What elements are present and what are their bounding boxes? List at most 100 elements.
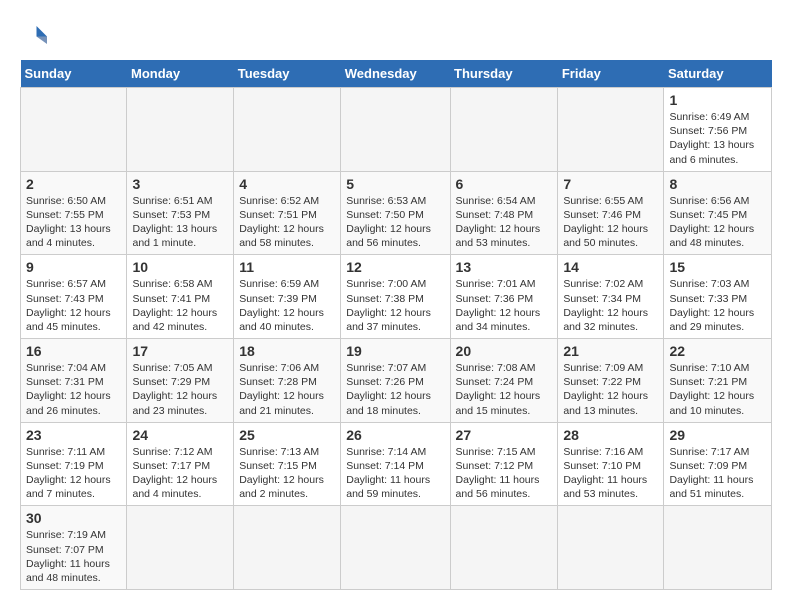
- day-info: Sunrise: 6:56 AMSunset: 7:45 PMDaylight:…: [669, 194, 766, 251]
- calendar-cell: 3Sunrise: 6:51 AMSunset: 7:53 PMDaylight…: [127, 171, 234, 255]
- calendar-cell: 5 Sunrise: 6:53 AMSunset: 7:50 PMDaylight…: [341, 171, 450, 255]
- calendar-cell: 19 Sunrise: 7:07 AMSunset: 7:26 PMDayligh…: [341, 339, 450, 423]
- weekday-header: Tuesday: [234, 60, 341, 88]
- day-info: Sunrise: 7:17 AMSunset: 7:09 PMDaylight:…: [669, 445, 766, 502]
- day-info: Sunrise: 7:12 AMSunset: 7:17 PMDaylight:…: [132, 445, 228, 502]
- calendar-cell: [21, 88, 127, 172]
- day-info: Sunrise: 6:57 AMSunset: 7:43 PMDaylight:…: [26, 277, 121, 334]
- calendar-cell: 4Sunrise: 6:52 AMSunset: 7:51 PMDaylight…: [234, 171, 341, 255]
- calendar-cell: 16 Sunrise: 7:04 AMSunset: 7:31 PMDayligh…: [21, 339, 127, 423]
- calendar-cell: [558, 88, 664, 172]
- calendar-cell: 12 Sunrise: 7:00 AMSunset: 7:38 PMDayligh…: [341, 255, 450, 339]
- day-info: Sunrise: 6:53 AMSunset: 7:50 PMDaylight:…: [346, 194, 444, 251]
- weekday-header: Thursday: [450, 60, 558, 88]
- day-info: Sunrise: 7:04 AMSunset: 7:31 PMDaylight:…: [26, 361, 121, 418]
- day-number: 29: [669, 427, 766, 443]
- calendar-cell: 14 Sunrise: 7:02 AMSunset: 7:34 PMDayligh…: [558, 255, 664, 339]
- day-info: Sunrise: 6:54 AMSunset: 7:48 PMDaylight:…: [456, 194, 553, 251]
- day-info: Sunrise: 7:13 AMSunset: 7:15 PMDaylight:…: [239, 445, 335, 502]
- weekday-header: Monday: [127, 60, 234, 88]
- weekday-header: Sunday: [21, 60, 127, 88]
- calendar-cell: 18Sunrise: 7:06 AMSunset: 7:28 PMDayligh…: [234, 339, 341, 423]
- calendar-week-row: 1 Sunrise: 6:49 AMSunset: 7:56 PMDaylight…: [21, 88, 772, 172]
- calendar-cell: 24 Sunrise: 7:12 AMSunset: 7:17 PMDayligh…: [127, 422, 234, 506]
- calendar-week-row: 2 Sunrise: 6:50 AMSunset: 7:55 PMDaylight…: [21, 171, 772, 255]
- calendar-week-row: 9Sunrise: 6:57 AMSunset: 7:43 PMDaylight…: [21, 255, 772, 339]
- day-info: Sunrise: 6:51 AMSunset: 7:53 PMDaylight:…: [132, 194, 228, 251]
- day-info: Sunrise: 6:50 AMSunset: 7:55 PMDaylight:…: [26, 194, 121, 251]
- calendar-week-row: 30 Sunrise: 7:19 AMSunset: 7:07 PMDayligh…: [21, 506, 772, 590]
- day-number: 30: [26, 510, 121, 526]
- calendar-cell: 15 Sunrise: 7:03 AMSunset: 7:33 PMDayligh…: [664, 255, 772, 339]
- day-number: 16: [26, 343, 121, 359]
- day-number: 4: [239, 176, 335, 192]
- calendar-cell: 21 Sunrise: 7:09 AMSunset: 7:22 PMDayligh…: [558, 339, 664, 423]
- day-number: 15: [669, 259, 766, 275]
- day-info: Sunrise: 7:11 AMSunset: 7:19 PMDaylight:…: [26, 445, 121, 502]
- day-info: Sunrise: 7:08 AMSunset: 7:24 PMDaylight:…: [456, 361, 553, 418]
- day-number: 12: [346, 259, 444, 275]
- day-number: 11: [239, 259, 335, 275]
- calendar-cell: 6Sunrise: 6:54 AMSunset: 7:48 PMDaylight…: [450, 171, 558, 255]
- calendar-cell: 30 Sunrise: 7:19 AMSunset: 7:07 PMDayligh…: [21, 506, 127, 590]
- calendar-cell: [664, 506, 772, 590]
- calendar-cell: [450, 506, 558, 590]
- day-info: Sunrise: 7:01 AMSunset: 7:36 PMDaylight:…: [456, 277, 553, 334]
- calendar-cell: 20 Sunrise: 7:08 AMSunset: 7:24 PMDayligh…: [450, 339, 558, 423]
- day-number: 1: [669, 92, 766, 108]
- day-info: Sunrise: 6:49 AMSunset: 7:56 PMDaylight:…: [669, 110, 766, 167]
- day-number: 7: [563, 176, 658, 192]
- logo: [20, 20, 54, 50]
- day-number: 8: [669, 176, 766, 192]
- day-info: Sunrise: 7:10 AMSunset: 7:21 PMDaylight:…: [669, 361, 766, 418]
- day-info: Sunrise: 7:00 AMSunset: 7:38 PMDaylight:…: [346, 277, 444, 334]
- weekday-header: Friday: [558, 60, 664, 88]
- day-info: Sunrise: 7:03 AMSunset: 7:33 PMDaylight:…: [669, 277, 766, 334]
- logo-icon: [20, 20, 50, 50]
- day-number: 14: [563, 259, 658, 275]
- calendar-cell: [127, 506, 234, 590]
- day-info: Sunrise: 7:16 AMSunset: 7:10 PMDaylight:…: [563, 445, 658, 502]
- weekday-header-row: SundayMondayTuesdayWednesdayThursdayFrid…: [21, 60, 772, 88]
- calendar-cell: 29 Sunrise: 7:17 AMSunset: 7:09 PMDayligh…: [664, 422, 772, 506]
- calendar-cell: [234, 506, 341, 590]
- calendar-cell: 26Sunrise: 7:14 AMSunset: 7:14 PMDayligh…: [341, 422, 450, 506]
- calendar-cell: 9Sunrise: 6:57 AMSunset: 7:43 PMDaylight…: [21, 255, 127, 339]
- calendar-cell: 8 Sunrise: 6:56 AMSunset: 7:45 PMDaylight…: [664, 171, 772, 255]
- day-info: Sunrise: 6:59 AMSunset: 7:39 PMDaylight:…: [239, 277, 335, 334]
- day-number: 5: [346, 176, 444, 192]
- day-info: Sunrise: 7:14 AMSunset: 7:14 PMDaylight:…: [346, 445, 444, 502]
- day-number: 2: [26, 176, 121, 192]
- calendar-cell: 2 Sunrise: 6:50 AMSunset: 7:55 PMDaylight…: [21, 171, 127, 255]
- day-number: 25: [239, 427, 335, 443]
- calendar-cell: 17Sunrise: 7:05 AMSunset: 7:29 PMDayligh…: [127, 339, 234, 423]
- day-number: 27: [456, 427, 553, 443]
- day-info: Sunrise: 7:15 AMSunset: 7:12 PMDaylight:…: [456, 445, 553, 502]
- calendar-cell: 1 Sunrise: 6:49 AMSunset: 7:56 PMDaylight…: [664, 88, 772, 172]
- calendar-cell: 13 Sunrise: 7:01 AMSunset: 7:36 PMDayligh…: [450, 255, 558, 339]
- day-number: 17: [132, 343, 228, 359]
- day-info: Sunrise: 6:58 AMSunset: 7:41 PMDaylight:…: [132, 277, 228, 334]
- day-info: Sunrise: 7:09 AMSunset: 7:22 PMDaylight:…: [563, 361, 658, 418]
- calendar-cell: 10Sunrise: 6:58 AMSunset: 7:41 PMDayligh…: [127, 255, 234, 339]
- day-number: 21: [563, 343, 658, 359]
- calendar-week-row: 16 Sunrise: 7:04 AMSunset: 7:31 PMDayligh…: [21, 339, 772, 423]
- calendar-cell: 11 Sunrise: 6:59 AMSunset: 7:39 PMDayligh…: [234, 255, 341, 339]
- day-number: 13: [456, 259, 553, 275]
- calendar-cell: [341, 88, 450, 172]
- day-info: Sunrise: 7:02 AMSunset: 7:34 PMDaylight:…: [563, 277, 658, 334]
- day-number: 23: [26, 427, 121, 443]
- calendar-cell: [558, 506, 664, 590]
- calendar-cell: [234, 88, 341, 172]
- day-number: 19: [346, 343, 444, 359]
- day-number: 24: [132, 427, 228, 443]
- calendar-cell: 22Sunrise: 7:10 AMSunset: 7:21 PMDayligh…: [664, 339, 772, 423]
- calendar-cell: 25 Sunrise: 7:13 AMSunset: 7:15 PMDayligh…: [234, 422, 341, 506]
- day-info: Sunrise: 7:07 AMSunset: 7:26 PMDaylight:…: [346, 361, 444, 418]
- day-number: 18: [239, 343, 335, 359]
- day-info: Sunrise: 7:19 AMSunset: 7:07 PMDaylight:…: [26, 528, 121, 585]
- calendar-table: SundayMondayTuesdayWednesdayThursdayFrid…: [20, 60, 772, 590]
- weekday-header: Wednesday: [341, 60, 450, 88]
- day-number: 28: [563, 427, 658, 443]
- day-number: 20: [456, 343, 553, 359]
